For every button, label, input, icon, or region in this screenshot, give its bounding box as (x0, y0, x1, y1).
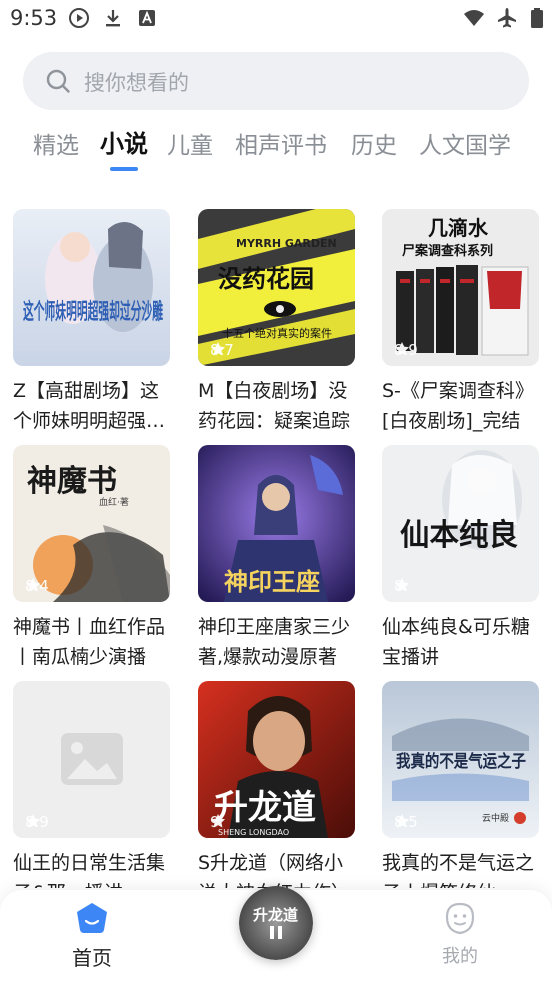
book-card[interactable]: 8.9 仙王的日常生活集子&那一播讲 (13, 681, 170, 888)
mini-player-button[interactable]: 升龙道 (239, 886, 313, 960)
battery-icon (531, 8, 543, 28)
book-title: 仙王的日常生活集子&那一播讲 (13, 852, 166, 888)
nav-mine[interactable]: 我的 (415, 900, 505, 968)
book-cover: 神印王座 (198, 445, 355, 602)
wifi-icon (464, 10, 484, 26)
book-card[interactable]: MYRRH GARDEN 没药花园 十五个绝对真实的案件 8.7 M【白夜剧场】… (198, 209, 355, 436)
svg-text:升龙道: 升龙道 (253, 906, 298, 924)
svg-text:神印王座: 神印王座 (224, 567, 320, 596)
svg-text:升龙道: 升龙道 (214, 788, 316, 828)
book-title: Z【高甜剧场】这个师妹明明超强却过分沙雕 (13, 380, 166, 432)
book-card[interactable]: 神印王座 神印王座唐家三少著,爆款动漫原著 (198, 445, 355, 672)
book-cover: MYRRH GARDEN 没药花园 十五个绝对真实的案件 8.7 (198, 209, 355, 366)
svg-text:没药花园: 没药花园 (218, 265, 314, 293)
book-card[interactable]: 几滴水 尸案调查科系列 8.9 S-《尸案调查科》[白夜剧场]_完结 (382, 209, 539, 436)
svg-text:我真的不是气运之子: 我真的不是气运之子 (396, 751, 526, 772)
star-icon (395, 342, 409, 356)
book-title: S升龙道（网络小说大神血红力作） (198, 852, 350, 888)
pause-icon (270, 926, 274, 939)
book-card[interactable]: 这个师妹明明超强却过分沙雕 Z【高甜剧场】这个师妹明明超强却过分沙雕 (13, 209, 170, 436)
svg-text:SHENG LONGDAO: SHENG LONGDAO (218, 828, 289, 837)
nav-home[interactable]: 首页 (47, 900, 137, 971)
svg-text:尸案调查科系列: 尸案调查科系列 (402, 243, 493, 259)
book-cover: 这个师妹明明超强却过分沙雕 (13, 209, 170, 366)
svg-text:云中殿: 云中殿 (482, 812, 509, 824)
svg-text:血红·著: 血红·著 (99, 496, 129, 508)
book-title: 神魔书丨血红作品丨南瓜楠少演播 (13, 616, 166, 668)
rating: 8. (394, 577, 409, 595)
book-title: M【白夜剧场】没药花园：疑案追踪 (198, 380, 351, 432)
book-title: 我真的不是气运之子丨爆笑修仙 (382, 852, 535, 888)
star-icon (211, 342, 225, 356)
svg-text:这个师妹明明超强却过分沙雕: 这个师妹明明超强却过分沙雕 (23, 299, 163, 325)
home-icon (77, 903, 107, 933)
book-card[interactable]: 升龙道 SHENG LONGDAO 9 S升龙道（网络小说大神血红力作） (198, 681, 355, 888)
tab-featured[interactable]: 精选 (33, 126, 79, 160)
search-icon (46, 69, 70, 93)
rating: 8.4 (25, 577, 49, 595)
airplane-mode-icon (498, 8, 516, 28)
book-title: 神印王座唐家三少著,爆款动漫原著 (198, 616, 351, 668)
rating: 9 (210, 813, 225, 831)
star-icon (395, 578, 409, 592)
svg-text:MYRRH GARDEN: MYRRH GARDEN (236, 237, 337, 250)
tab-children[interactable]: 儿童 (167, 126, 213, 160)
nav-home-label: 首页 (72, 946, 112, 970)
book-card[interactable]: 仙本纯良 8. 仙本纯良&可乐糖宝播讲 (382, 445, 539, 672)
book-title: 仙本纯良&可乐糖宝播讲 (382, 616, 530, 668)
book-title: S-《尸案调查科》[白夜剧场]_完结 (382, 380, 534, 432)
book-cover: 我真的不是气运之子 云中殿 8.5 (382, 681, 539, 838)
tab-humanities[interactable]: 人文国学 (419, 126, 511, 160)
book-cover: 仙本纯良 8. (382, 445, 539, 602)
tab-novel[interactable]: 小说 (100, 124, 148, 159)
book-card[interactable]: 神魔书 血红·著 8.4 神魔书丨血红作品丨南瓜楠少演播 (13, 445, 170, 672)
profile-icon (445, 902, 475, 935)
svg-text:神魔书: 神魔书 (27, 464, 117, 499)
star-icon (211, 814, 225, 828)
tab-history[interactable]: 历史 (351, 126, 397, 160)
svg-text:几滴水: 几滴水 (428, 216, 489, 240)
download-icon (106, 10, 120, 27)
book-cover: 几滴水 尸案调查科系列 8.9 (382, 209, 539, 366)
star-icon (395, 814, 409, 828)
status-bar: 9:53 (0, 0, 552, 38)
search-input[interactable]: 搜你想看的 (23, 52, 529, 110)
star-icon (26, 578, 40, 592)
category-tabs: 精选 小说 儿童 相声评书 历史 人文国学 (0, 126, 552, 176)
book-cover: 神魔书 血红·著 8.4 (13, 445, 170, 602)
rating: 8.9 (25, 813, 49, 831)
tab-crosstalk-storytelling[interactable]: 相声评书 (235, 126, 327, 160)
book-card[interactable]: 我真的不是气运之子 云中殿 8.5 我真的不是气运之子丨爆笑修仙 (382, 681, 539, 888)
book-cover: 升龙道 SHENG LONGDAO 9 (198, 681, 355, 838)
rating: 8.7 (210, 341, 234, 359)
now-playing-cover: 升龙道 (239, 886, 313, 960)
status-time: 9:53 (10, 6, 58, 30)
book-grid: 这个师妹明明超强却过分沙雕 Z【高甜剧场】这个师妹明明超强却过分沙雕 MYRRH… (0, 208, 552, 888)
svg-text:十五个绝对真实的案件: 十五个绝对真实的案件 (222, 326, 332, 340)
nav-mine-label: 我的 (442, 946, 478, 967)
rating: 8.5 (394, 813, 418, 831)
book-cover: 8.9 (13, 681, 170, 838)
rating: 8.9 (394, 341, 418, 359)
star-icon (26, 814, 40, 828)
active-tab-indicator (110, 167, 138, 171)
svg-text:仙本纯良: 仙本纯良 (400, 518, 518, 553)
search-placeholder: 搜你想看的 (84, 71, 189, 95)
play-circle-icon (69, 8, 89, 28)
font-a-icon (139, 10, 155, 26)
